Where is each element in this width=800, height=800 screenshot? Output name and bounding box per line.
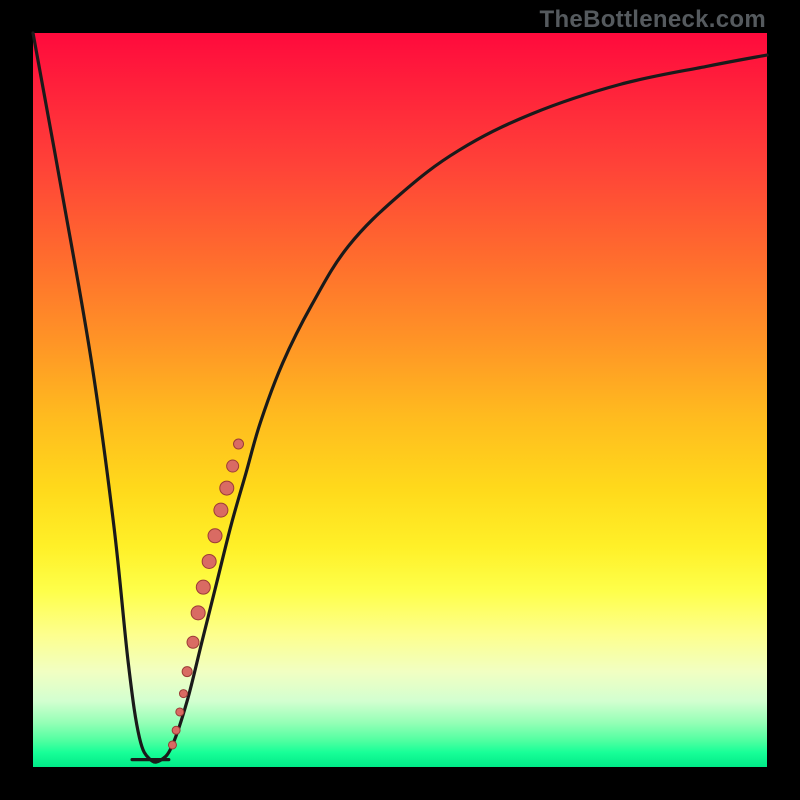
scatter-dot bbox=[202, 554, 216, 568]
bottleneck-curve bbox=[33, 33, 767, 762]
scatter-dot bbox=[220, 481, 234, 495]
scatter-dot bbox=[172, 726, 180, 734]
scatter-dot bbox=[208, 529, 222, 543]
scatter-dot bbox=[214, 503, 228, 517]
chart-frame: TheBottleneck.com bbox=[0, 0, 800, 800]
scatter-dot bbox=[191, 606, 205, 620]
scatter-dot bbox=[227, 460, 239, 472]
scatter-dot bbox=[196, 580, 210, 594]
scatter-dot bbox=[179, 690, 187, 698]
chart-overlay bbox=[33, 33, 767, 767]
attribution-label: TheBottleneck.com bbox=[540, 6, 766, 34]
scatter-dot bbox=[168, 741, 176, 749]
scatter-dot bbox=[182, 667, 192, 677]
scatter-dot bbox=[187, 636, 199, 648]
scatter-points bbox=[168, 439, 243, 749]
scatter-dot bbox=[234, 439, 244, 449]
scatter-dot bbox=[176, 708, 184, 716]
curve-group bbox=[33, 33, 767, 762]
